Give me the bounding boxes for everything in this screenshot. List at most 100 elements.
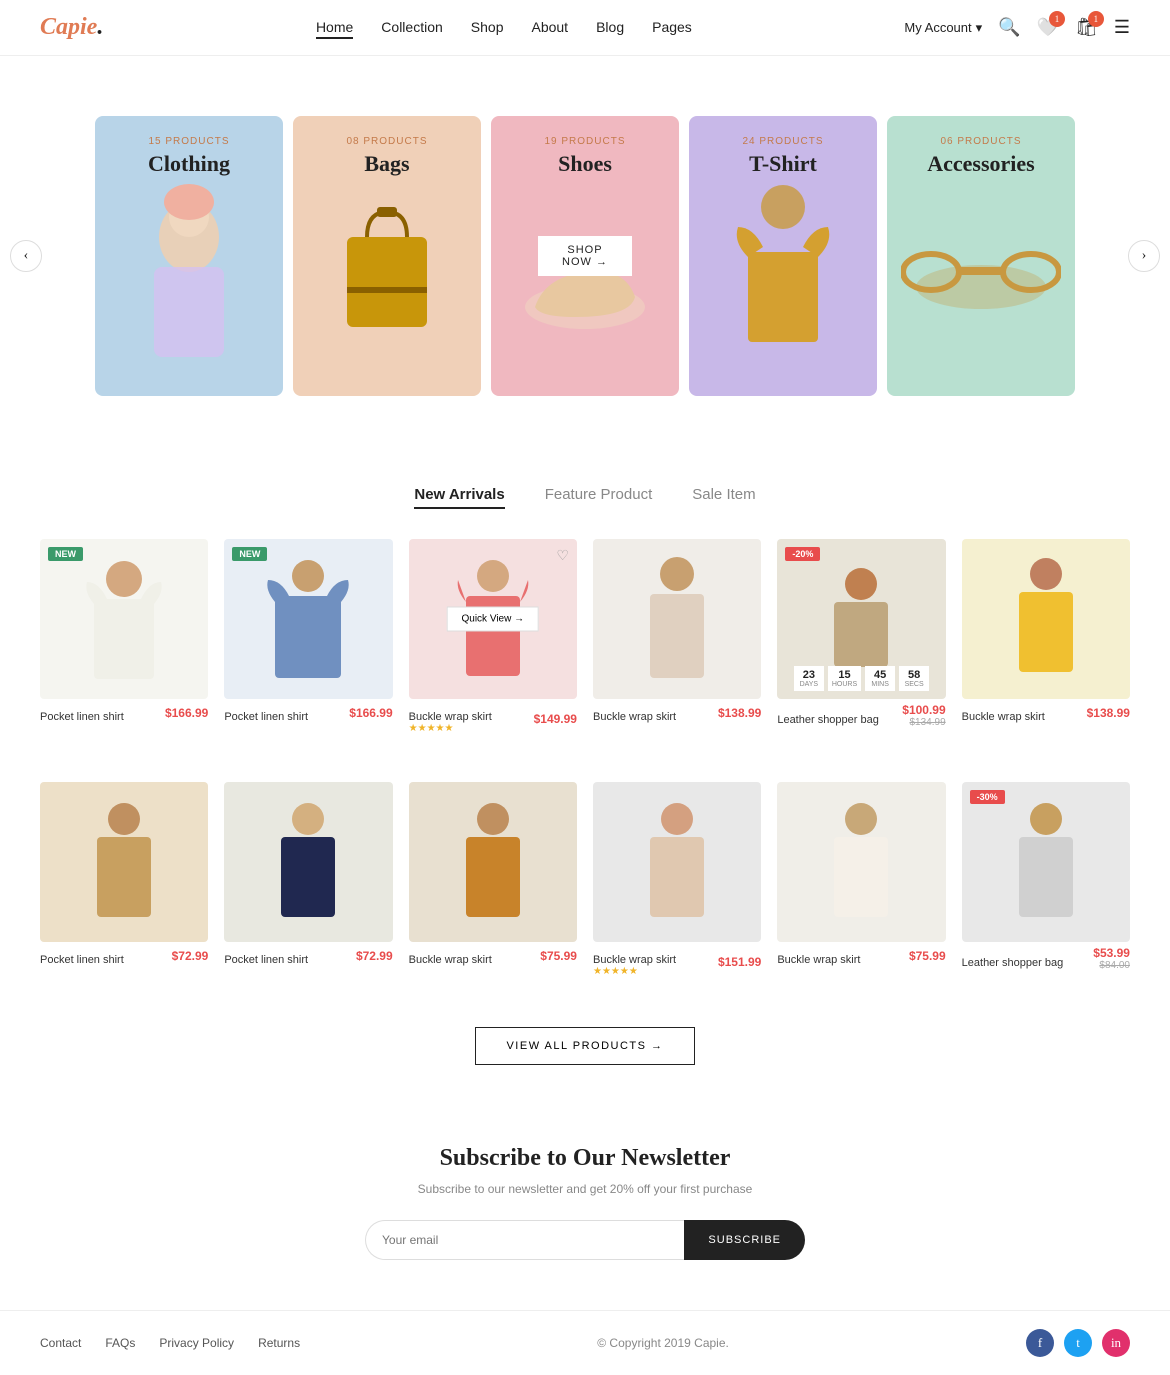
product-1-image: NEW bbox=[40, 539, 208, 699]
product-4-price: $138.99 bbox=[718, 706, 761, 720]
product-12-name: Leather shopper bag bbox=[962, 957, 1064, 969]
product-5-name: Leather shopper bag bbox=[777, 714, 879, 726]
footer-faqs[interactable]: FAQs bbox=[105, 1336, 135, 1350]
products-grid-row2: Pocket linen shirt $72.99 Pocket linen s… bbox=[0, 772, 1170, 1007]
product-5-footer: Leather shopper bag $100.99 $134.99 bbox=[777, 703, 945, 728]
category-shoes[interactable]: 19 PRODUCTS Shoes SHOP NOW → bbox=[491, 116, 679, 396]
tshirt-image bbox=[699, 177, 867, 357]
product-10-stars: ★★★★★ bbox=[593, 966, 676, 977]
product-2-footer: Pocket linen shirt $166.99 bbox=[224, 703, 392, 723]
nav-links: Home Collection Shop About Blog Pages bbox=[316, 19, 692, 37]
instagram-icon[interactable]: in bbox=[1102, 1329, 1130, 1357]
menu-button[interactable]: ☰ bbox=[1114, 17, 1130, 38]
footer-copyright: © Copyright 2019 Capie. bbox=[597, 1336, 729, 1350]
product-11-footer: Buckle wrap skirt $75.99 bbox=[777, 946, 945, 966]
bags-image bbox=[303, 177, 471, 357]
logo-text: Capie bbox=[40, 14, 97, 40]
accessories-image bbox=[897, 177, 1065, 357]
product-6-image bbox=[962, 539, 1130, 699]
account-label: My Account bbox=[904, 20, 971, 35]
twitter-icon[interactable]: t bbox=[1064, 1329, 1092, 1357]
accessories-count: 06 PRODUCTS bbox=[940, 136, 1021, 147]
facebook-icon[interactable]: f bbox=[1026, 1329, 1054, 1357]
product-5-price: $100.99 bbox=[902, 703, 945, 717]
nav-collection[interactable]: Collection bbox=[381, 19, 442, 35]
prev-category-button[interactable]: ‹ bbox=[10, 240, 42, 272]
search-button[interactable]: 🔍 bbox=[998, 17, 1020, 38]
product-10-footer: Buckle wrap skirt ★★★★★ $151.99 bbox=[593, 946, 761, 977]
shop-now-button[interactable]: SHOP NOW → bbox=[538, 236, 632, 276]
product-6-price: $138.99 bbox=[1087, 706, 1130, 720]
category-accessories[interactable]: 06 PRODUCTS Accessories bbox=[887, 116, 1075, 396]
product-7-price: $72.99 bbox=[172, 949, 209, 963]
view-all-button[interactable]: VIEW ALL PRODUCTS → bbox=[475, 1027, 694, 1065]
product-11-name: Buckle wrap skirt bbox=[777, 954, 860, 966]
product-7-image bbox=[40, 782, 208, 942]
tshirt-count: 24 PRODUCTS bbox=[742, 136, 823, 147]
logo[interactable]: Capie. bbox=[40, 14, 103, 41]
product-3-wishlist[interactable]: ♡ bbox=[556, 547, 569, 564]
newsletter-subtitle: Subscribe to our newsletter and get 20% … bbox=[40, 1182, 1130, 1196]
cart-badge: 1 bbox=[1088, 11, 1104, 27]
newsletter-form: SUBSCRIBE bbox=[365, 1220, 805, 1260]
newsletter-subscribe-button[interactable]: SUBSCRIBE bbox=[684, 1220, 805, 1260]
product-12-price-old: $84.00 bbox=[1093, 960, 1130, 971]
nav-about[interactable]: About bbox=[531, 19, 568, 35]
product-4-name: Buckle wrap skirt bbox=[593, 711, 676, 723]
product-4-footer: Buckle wrap skirt $138.99 bbox=[593, 703, 761, 723]
account-menu[interactable]: My Account ▾ bbox=[904, 20, 982, 36]
countdown-hours: 15 HOURS bbox=[828, 666, 861, 691]
product-10-name: Buckle wrap skirt bbox=[593, 954, 676, 966]
product-9-name: Buckle wrap skirt bbox=[409, 954, 492, 966]
cart-button[interactable]: 🛍 1 bbox=[1075, 17, 1098, 38]
product-9-price: $75.99 bbox=[540, 949, 577, 963]
product-6: Buckle wrap skirt $138.99 bbox=[962, 539, 1130, 734]
product-12-image: -30% bbox=[962, 782, 1130, 942]
product-7-name: Pocket linen shirt bbox=[40, 954, 124, 966]
product-10-price: $151.99 bbox=[718, 955, 761, 969]
product-1-badge: NEW bbox=[48, 547, 83, 561]
product-6-footer: Buckle wrap skirt $138.99 bbox=[962, 703, 1130, 723]
product-1-footer: Pocket linen shirt $166.99 bbox=[40, 703, 208, 723]
product-3: ♡ Quick View → Buckle wrap skirt ★★★★★ $… bbox=[409, 539, 577, 734]
newsletter-section: Subscribe to Our Newsletter Subscribe to… bbox=[0, 1105, 1170, 1310]
footer: Contact FAQs Privacy Policy Returns © Co… bbox=[0, 1310, 1170, 1375]
newsletter-email-input[interactable] bbox=[365, 1220, 684, 1260]
product-4: Buckle wrap skirt $138.99 bbox=[593, 539, 761, 734]
product-5-image: -20% 23 DAYS 15 HOURS 45 MINS 58 SECS bbox=[777, 539, 945, 699]
nav-right: My Account ▾ 🔍 🤍 1 🛍 1 ☰ bbox=[904, 17, 1130, 38]
product-7: Pocket linen shirt $72.99 bbox=[40, 782, 208, 977]
footer-links: Contact FAQs Privacy Policy Returns bbox=[40, 1336, 300, 1350]
tab-new-arrivals[interactable]: New Arrivals bbox=[414, 486, 504, 509]
nav-pages[interactable]: Pages bbox=[652, 19, 692, 35]
product-8: Pocket linen shirt $72.99 bbox=[224, 782, 392, 977]
tab-feature-product[interactable]: Feature Product bbox=[545, 486, 653, 509]
product-8-footer: Pocket linen shirt $72.99 bbox=[224, 946, 392, 966]
countdown-mins: 45 MINS bbox=[865, 666, 895, 691]
next-category-button[interactable]: › bbox=[1128, 240, 1160, 272]
wishlist-button[interactable]: 🤍 1 bbox=[1037, 17, 1059, 38]
nav-blog[interactable]: Blog bbox=[596, 19, 624, 35]
product-2-badge: NEW bbox=[232, 547, 267, 561]
product-8-price: $72.99 bbox=[356, 949, 393, 963]
footer-returns[interactable]: Returns bbox=[258, 1336, 300, 1350]
products-grid-row1: NEW Pocket linen shirt $166.99 NEW Pocke… bbox=[0, 529, 1170, 764]
product-3-stars: ★★★★★ bbox=[409, 723, 492, 734]
footer-privacy[interactable]: Privacy Policy bbox=[159, 1336, 234, 1350]
product-9: Buckle wrap skirt $75.99 bbox=[409, 782, 577, 977]
category-bags[interactable]: 08 PRODUCTS Bags bbox=[293, 116, 481, 396]
nav-home[interactable]: Home bbox=[316, 19, 353, 39]
product-11-image bbox=[777, 782, 945, 942]
category-tshirt[interactable]: 24 PRODUCTS T-Shirt bbox=[689, 116, 877, 396]
product-12-footer: Leather shopper bag $53.99 $84.00 bbox=[962, 946, 1130, 971]
nav-shop[interactable]: Shop bbox=[471, 19, 504, 35]
product-4-image bbox=[593, 539, 761, 699]
product-3-quickview-button[interactable]: Quick View → bbox=[447, 607, 540, 632]
footer-social: f t in bbox=[1026, 1329, 1130, 1357]
tab-sale-item[interactable]: Sale Item bbox=[692, 486, 755, 509]
category-clothing[interactable]: 15 PRODUCTS Clothing bbox=[95, 116, 283, 396]
footer-contact[interactable]: Contact bbox=[40, 1336, 81, 1350]
product-tabs: New Arrivals Feature Product Sale Item bbox=[0, 486, 1170, 509]
product-10: Buckle wrap skirt ★★★★★ $151.99 bbox=[593, 782, 761, 977]
accessories-name: Accessories bbox=[927, 151, 1035, 177]
